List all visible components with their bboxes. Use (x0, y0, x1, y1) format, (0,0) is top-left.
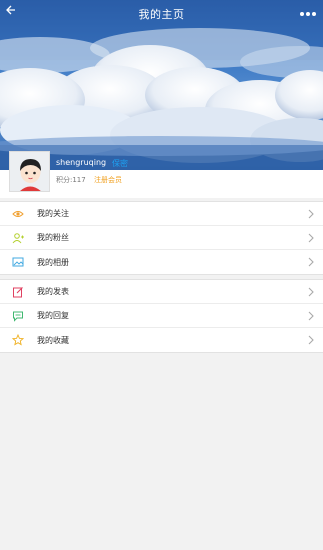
menu-item-replies[interactable]: 我的回复 (0, 304, 323, 328)
user-add-icon (12, 232, 24, 244)
back-button[interactable] (4, 4, 24, 24)
avatar[interactable] (9, 151, 50, 192)
chevron-right-icon (308, 257, 314, 267)
chevron-right-icon (308, 335, 314, 345)
comment-icon (12, 310, 24, 322)
menu-item-posts[interactable]: 我的发表 (0, 280, 323, 304)
top-bar: 我的主页 (0, 0, 323, 28)
more-dot-icon (312, 12, 316, 16)
eye-icon (12, 208, 24, 220)
edit-icon (12, 286, 24, 298)
menu-item-label: 我的收藏 (37, 335, 69, 345)
chevron-right-icon (308, 311, 314, 321)
star-icon (12, 334, 24, 346)
menu-item-label: 我的回复 (37, 311, 69, 320)
back-arrow-icon (6, 5, 15, 15)
menu-group-content: 我的发表 我的回复 我的收藏 (0, 279, 323, 353)
avatar-face-icon (10, 152, 49, 191)
menu-item-label: 我的发表 (37, 287, 69, 296)
menu-item-follows[interactable]: 我的关注 (0, 202, 323, 226)
points-label: 积分:117 (56, 176, 86, 184)
member-level-badge: 注册会员 (94, 176, 122, 184)
menu-item-label: 我的关注 (37, 209, 69, 218)
chevron-right-icon (308, 209, 314, 219)
menu-group-social: 我的关注 我的粉丝 我的相册 (0, 201, 323, 275)
menu-item-fans[interactable]: 我的粉丝 (0, 226, 323, 250)
page-title: 我的主页 (138, 8, 185, 21)
menu-item-label: 我的相册 (37, 257, 69, 267)
menu-item-favorites[interactable]: 我的收藏 (0, 328, 323, 352)
username: shengruqing (56, 158, 107, 167)
chevron-right-icon (308, 233, 314, 243)
gender-label: 保密 (112, 159, 128, 168)
more-dot-icon (300, 12, 304, 16)
image-icon (12, 256, 24, 268)
more-dot-icon (306, 12, 310, 16)
more-button[interactable] (297, 4, 319, 24)
cover-banner: 我的主页 (0, 0, 323, 170)
menu-item-albums[interactable]: 我的相册 (0, 250, 323, 274)
chevron-right-icon (308, 287, 314, 297)
menu-item-label: 我的粉丝 (37, 233, 69, 242)
